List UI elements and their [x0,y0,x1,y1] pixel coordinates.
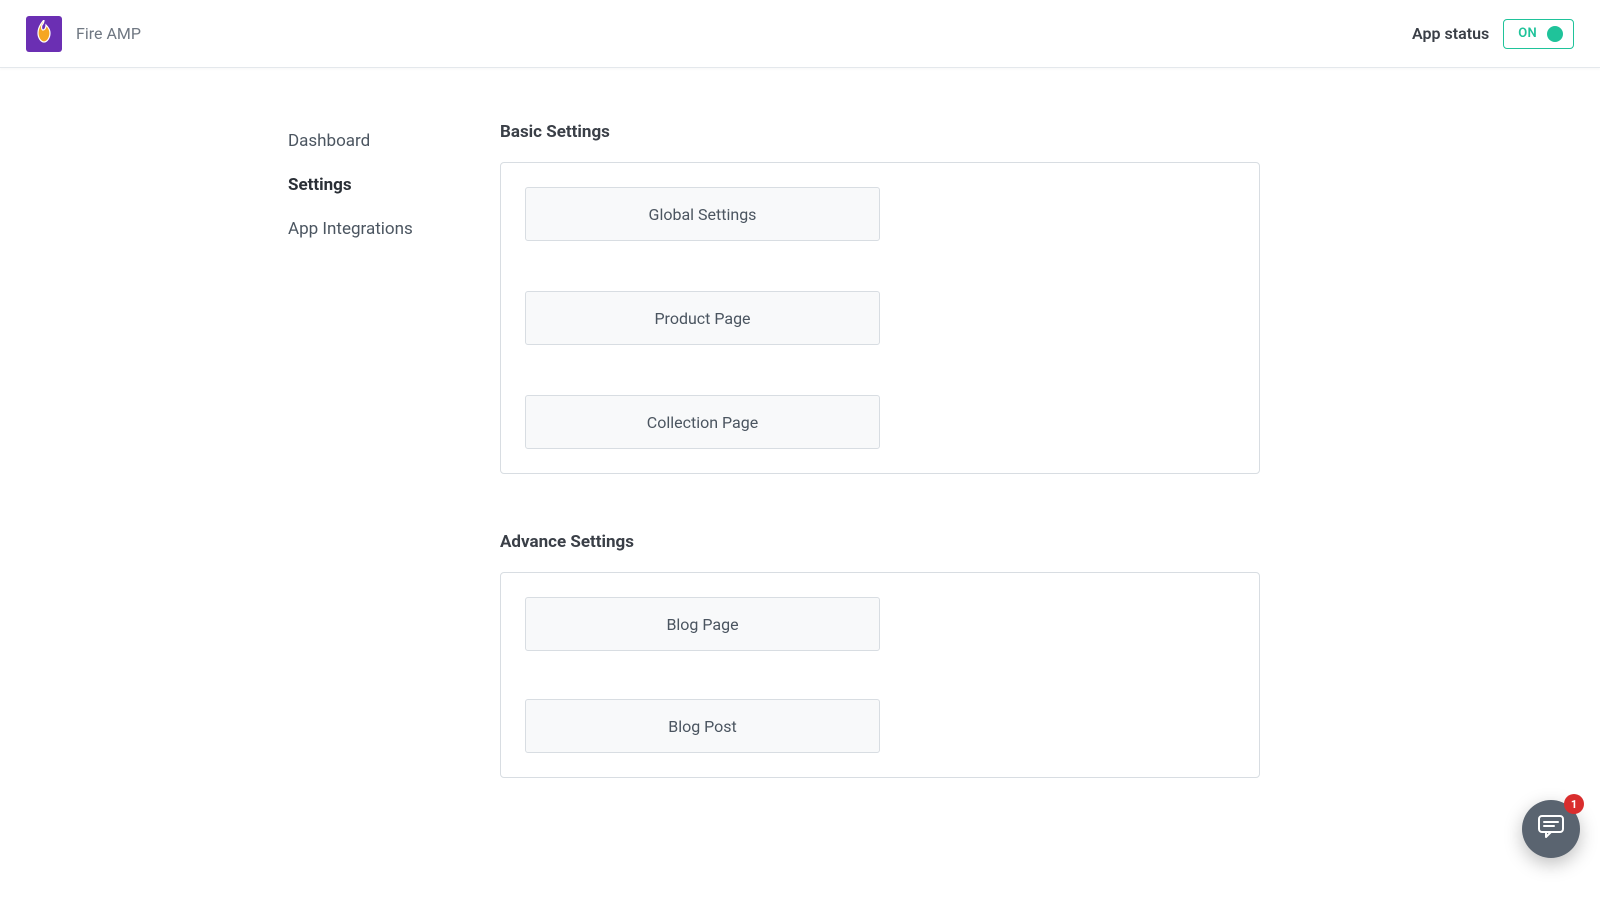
card-blog-page[interactable]: Blog Page [525,597,880,651]
card-blog-post[interactable]: Blog Post [525,699,880,753]
page-body: Dashboard Settings App Integrations Basi… [0,68,1600,836]
flame-icon [34,20,54,48]
sidebar-item-dashboard[interactable]: Dashboard [288,122,500,160]
status-label: App status [1412,24,1489,43]
basic-settings-panel: Global Settings Product Page Collection … [500,162,1260,474]
chat-badge: 1 [1564,794,1584,814]
status-dot-icon [1547,26,1563,42]
main-content: Basic Settings Global Settings Product P… [500,122,1320,836]
advance-settings-panel: Blog Page Blog Post [500,572,1260,778]
card-global-settings[interactable]: Global Settings [525,187,880,241]
app-logo [26,16,62,52]
status-toggle[interactable]: ON [1503,19,1574,49]
sidebar-item-app-integrations[interactable]: App Integrations [288,210,500,248]
status-toggle-text: ON [1518,26,1537,41]
app-name: Fire AMP [76,24,141,43]
basic-settings-title: Basic Settings [500,122,1260,142]
sidebar-item-settings[interactable]: Settings [288,166,500,204]
advance-settings-title: Advance Settings [500,532,1260,552]
app-header: Fire AMP App status ON [0,0,1600,68]
chat-launcher[interactable]: 1 [1522,800,1580,858]
sidebar-nav: Dashboard Settings App Integrations [0,122,500,836]
status-area: App status ON [1412,19,1574,49]
card-collection-page[interactable]: Collection Page [525,395,880,449]
card-product-page[interactable]: Product Page [525,291,880,345]
brand: Fire AMP [26,16,141,52]
chat-icon [1538,815,1564,843]
